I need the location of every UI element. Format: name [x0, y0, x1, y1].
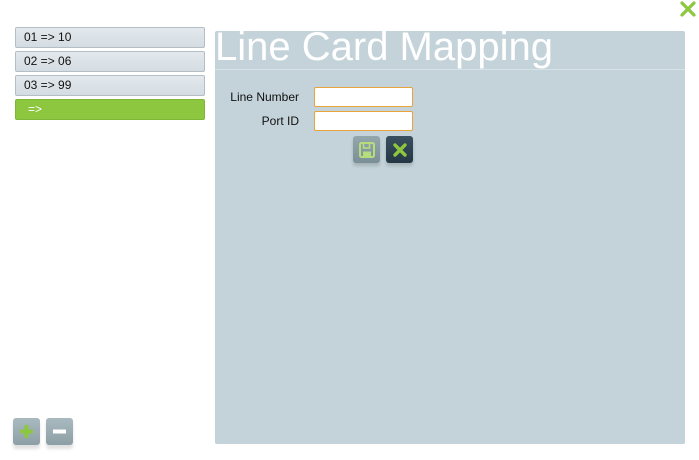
remove-mapping-button[interactable]: [46, 418, 73, 445]
add-mapping-button[interactable]: [13, 418, 40, 445]
cancel-button[interactable]: [386, 136, 413, 163]
title-divider: [215, 69, 685, 70]
mapping-list: 01 => 10 02 => 06 03 => 99 =>: [15, 27, 205, 123]
floppy-disk-icon: [358, 141, 375, 158]
line-number-label: Line Number: [230, 90, 299, 104]
x-icon: [392, 142, 407, 157]
panel-title: Line Card Mapping: [215, 25, 553, 69]
minus-icon: [53, 429, 66, 434]
plus-icon: [20, 425, 33, 438]
mapping-item[interactable]: 01 => 10: [15, 27, 205, 48]
mapping-item-selected[interactable]: =>: [15, 99, 205, 120]
mapping-editor-panel: Line Card Mapping Line Number Port ID: [215, 27, 685, 444]
close-icon[interactable]: [679, 0, 697, 18]
port-id-input[interactable]: [314, 111, 413, 131]
mapping-item[interactable]: 02 => 06: [15, 51, 205, 72]
mapping-item[interactable]: 03 => 99: [15, 75, 205, 96]
save-button[interactable]: [353, 136, 380, 163]
port-id-label: Port ID: [261, 114, 299, 128]
line-number-input[interactable]: [314, 87, 413, 107]
